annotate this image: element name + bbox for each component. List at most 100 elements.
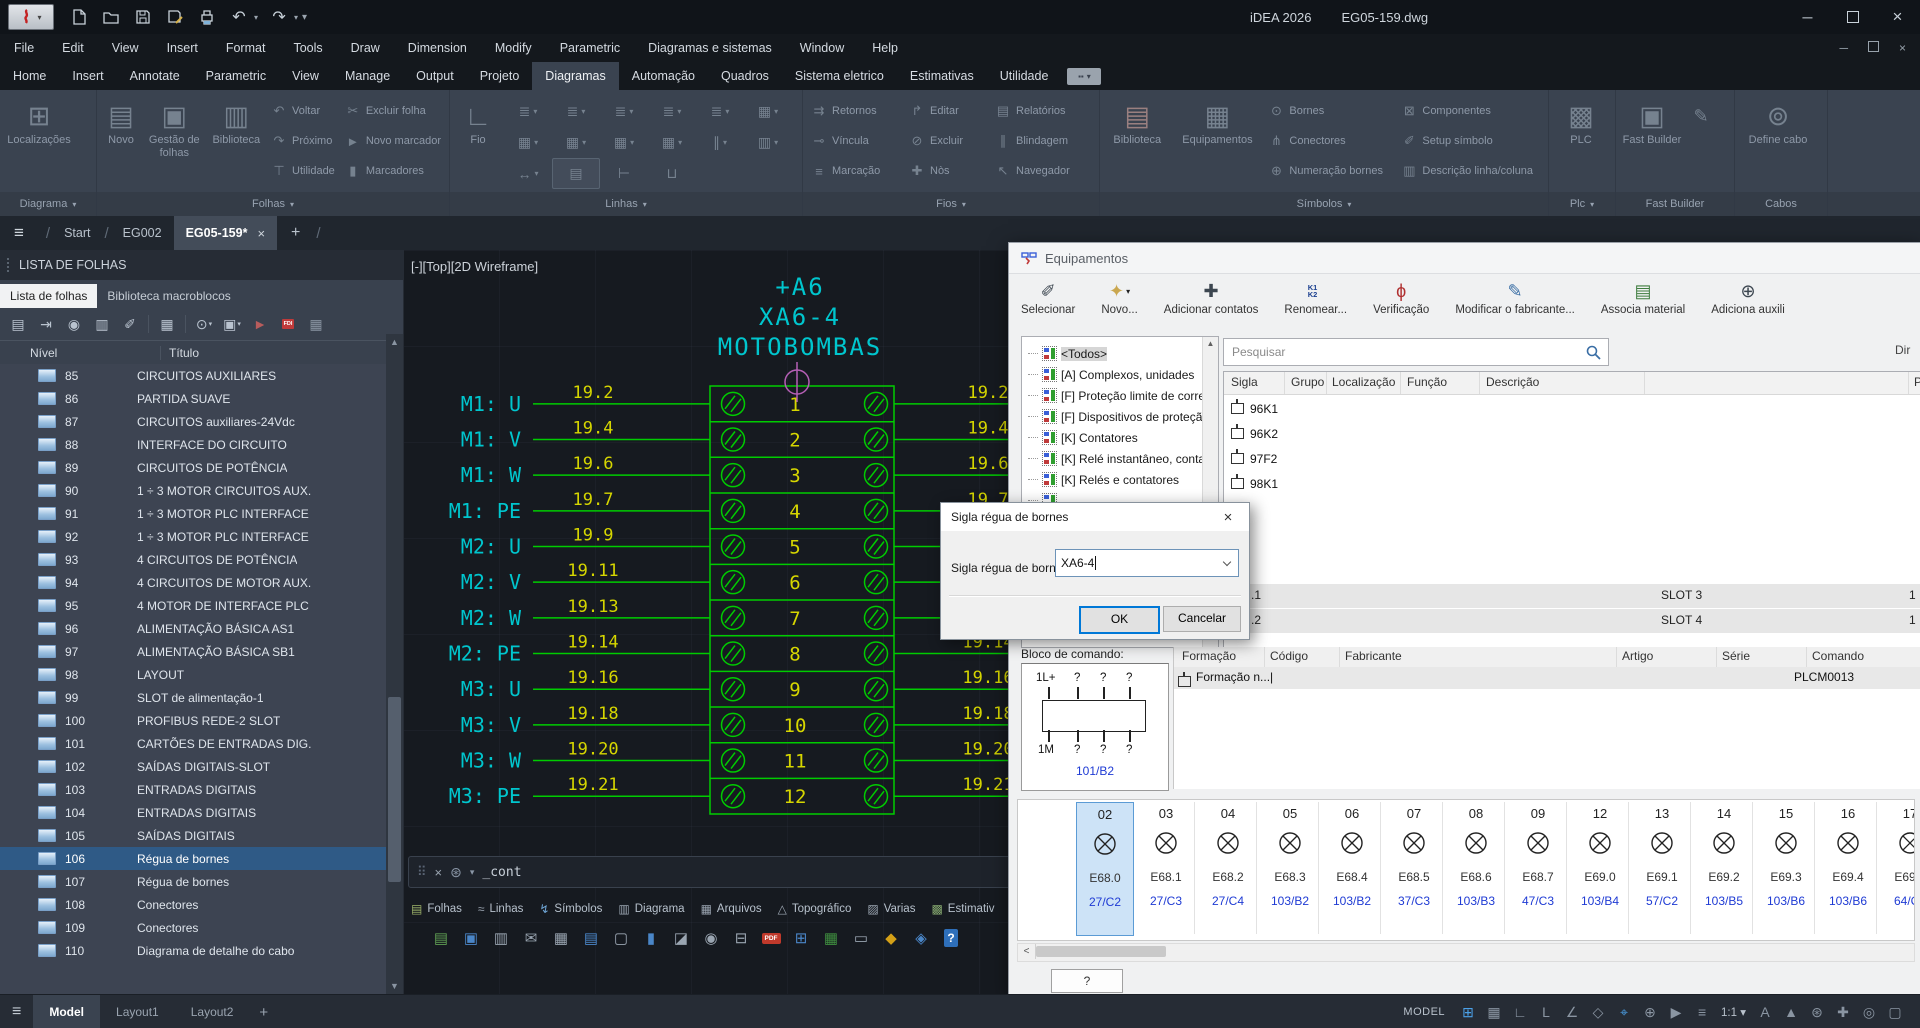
isolate-icon[interactable]: ◎ [1857,1000,1881,1024]
menu-parametric[interactable]: Parametric [546,34,634,62]
vertical-lines-button[interactable]: ∥▾ [696,127,744,158]
tree-item[interactable]: [F] Proteção limite de corre [1022,385,1218,406]
menu-insert[interactable]: Insert [153,34,212,62]
help-icon[interactable]: ? [940,927,962,949]
ribbon-tab-projeto[interactable]: Projeto [467,62,533,90]
panel-header[interactable]: LISTA DE FOLHAS [0,250,403,280]
ribbon-tab-utilidade[interactable]: Utilidade [987,62,1062,90]
menu-help[interactable]: Help [858,34,912,62]
infer-icon[interactable]: ∟ [1508,1000,1532,1024]
ribbon-tab-sistema-eletrico[interactable]: Sistema eletrico [782,62,897,90]
viewport-tab-estimativ[interactable]: ▩Estimativ [931,902,994,916]
sheet-row[interactable]: 954 MOTOR DE INTERFACE PLC [0,594,386,617]
menu-edit[interactable]: Edit [48,34,98,62]
marcacao-button[interactable]: ≡Marcação [807,156,903,186]
sheet-row[interactable]: 108Conectores [0,893,386,916]
cross-reference-link[interactable]: 27/C4 [1200,894,1256,908]
equipamentos-button[interactable]: ▦Equipamentos [1172,94,1262,147]
define-cabo-button[interactable]: ⊚Define cabo [1739,94,1817,147]
voltar-button[interactable]: ↶Voltar [267,96,339,126]
sheet-row[interactable]: 101CARTÕES DE ENTRADAS DIG. [0,732,386,755]
layers-icon[interactable]: ⊟ [730,927,752,949]
customize-icon[interactable]: ▾ [302,12,307,23]
strip-cell[interactable]: 12E69.0103/B4 [1572,802,1629,934]
column-titulo[interactable]: Título [161,346,199,360]
close-button[interactable]: × [1875,0,1920,34]
sheet-row[interactable]: 85CIRCUITOS AUXILIARES [0,364,386,387]
sheet-row[interactable]: 86PARTIDA SUAVE [0,387,386,410]
adiciona-auxili-button[interactable]: ⊕Adiciona auxili [1711,278,1785,316]
print-icon[interactable]: ▥ [490,927,512,949]
sheet-row[interactable]: 102SAÍDAS DIGITAIS-SLOT [0,755,386,778]
group-label-diagrama[interactable]: Diagrama▾ [0,192,96,216]
viewport-tab-folhas[interactable]: ▤Folhas [411,902,462,916]
menu-modify[interactable]: Modify [481,34,546,62]
hatch-line4-button[interactable]: ▦▾ [600,127,648,158]
viewport-tab-arquivos[interactable]: ▦Arquivos [701,902,762,916]
sheet-row[interactable]: 944 CIRCUITOS DE MOTOR AUX. [0,571,386,594]
autoscale-icon[interactable]: ▲ [1779,1000,1803,1024]
column-p[interactable]: P [1914,375,1920,389]
cross-reference-link[interactable]: 37/C3 [1386,894,1442,908]
tab-close-icon[interactable]: × [257,226,265,241]
undo-icon[interactable]: ↶ [228,6,250,28]
scroll-thumb[interactable] [388,697,401,882]
tab-start[interactable]: Start [58,226,96,240]
group-label-folhas[interactable]: Folhas▾ [97,192,449,216]
components-icon[interactable]: ▦ [306,314,326,334]
ribbon-tab-estimativas[interactable]: Estimativas [897,62,987,90]
strip-cell[interactable]: 05E68.3103/B2 [1262,802,1319,934]
ladder-button[interactable]: ▤ [552,158,600,189]
slot-row[interactable]: .1 SLOT 3 1 [1223,584,1920,609]
file-tabs-menu-icon[interactable]: ≡ [14,223,24,243]
column-nivel[interactable]: Nível [0,346,161,360]
tab-model[interactable]: Model [33,995,100,1028]
settings-icon[interactable]: ⊛ [1805,1000,1829,1024]
column-formacao[interactable]: Formação [1182,649,1236,663]
doc-close-button[interactable]: × [1899,41,1906,55]
tab-biblioteca-macroblocos[interactable]: Biblioteca macroblocos [97,284,240,308]
dialog-title-bar[interactable]: Sigla régua de bornes × [941,503,1249,531]
strip-cell[interactable]: 04E68.227/C4 [1200,802,1257,934]
menu-file[interactable]: File [0,34,48,62]
snap-icon[interactable]: ▦ [1482,1000,1506,1024]
novo-marcador-button[interactable]: ►Novo marcador [341,126,445,156]
ribbon-overflow-button[interactable]: ▪▪▾ [1067,68,1101,85]
tab-lista-de-folhas[interactable]: Lista de folhas [0,284,97,308]
localizacoes-button[interactable]: ⊞Localizações [4,94,74,147]
scroll-left-icon[interactable]: < [1018,944,1036,959]
strip-cell[interactable]: 07E68.537/C3 [1386,802,1443,934]
command-customize-icon[interactable]: ⊛ [450,864,462,881]
dynamic-input-icon[interactable]: ▶ [1664,1000,1688,1024]
conectores-button[interactable]: ⋔Conectores [1264,126,1395,156]
combobox-dropdown-icon[interactable] [1220,556,1234,570]
line-group-button[interactable]: ≣▾ [600,96,648,127]
strip-scroll-thumb[interactable] [1036,946,1166,957]
search-icon[interactable] [1585,344,1602,361]
strip-scrollbar[interactable]: < [1017,943,1915,962]
tab-eg002[interactable]: EG002 [117,226,168,240]
equipment-row[interactable]: 98K1 [1224,471,1920,496]
sheet-row[interactable]: 87CIRCUITOS auxiliares-24Vdc [0,410,386,433]
strip-cell[interactable]: 06E68.4103/B2 [1324,802,1381,934]
otrack-icon[interactable]: ⊕ [1638,1000,1662,1024]
grid-icon[interactable]: ⊞ [790,927,812,949]
cross-reference-link[interactable]: 64/C2 [1882,894,1915,908]
app-logo-icon[interactable]: ▾ [8,4,54,30]
doc-minimize-button[interactable]: ─ [1839,41,1848,55]
equipment-row[interactable]: 97F2 [1224,446,1920,471]
tree-item[interactable]: [K] Relés e contatores [1022,469,1218,490]
sheet-row[interactable]: 105SAÍDAS DIGITAIS [0,824,386,847]
group-label-plc[interactable]: Plc▾ [1549,192,1615,216]
compass-icon[interactable]: ◈ [910,927,932,949]
relatorios-button[interactable]: ▤Relatórios [991,96,1095,126]
ribbon-tab-insert[interactable]: Insert [59,62,116,90]
page-icon[interactable]: ▢ [610,927,632,949]
bookmark-icon[interactable]: ▮ [640,927,662,949]
menu-format[interactable]: Format [212,34,280,62]
save-icon[interactable]: ▣ [460,927,482,949]
i-beam-button[interactable]: ⊢ [600,158,648,189]
sheet-row[interactable]: 103ENTRADAS DIGITAIS [0,778,386,801]
u-shape-button[interactable]: ⊔ [648,158,696,189]
selecionar-button[interactable]: ✐Selecionar [1021,278,1075,316]
